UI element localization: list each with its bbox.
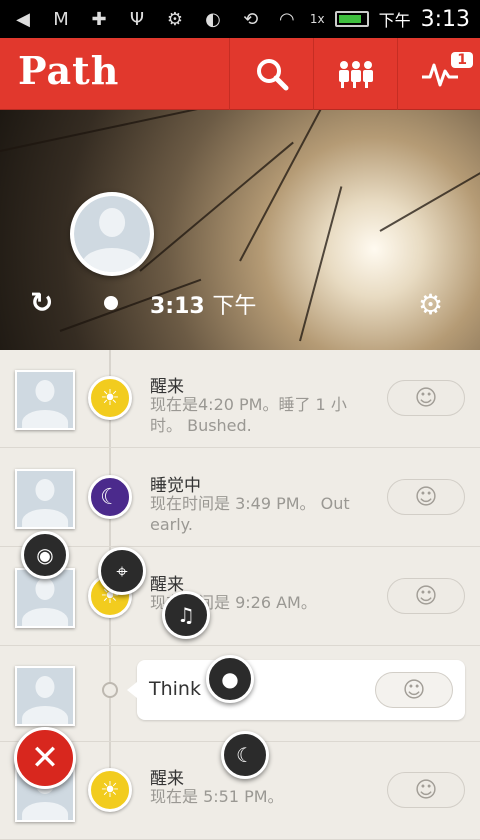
back-notification-icon: ◀: [10, 6, 36, 32]
smile-icon: ☺: [415, 485, 438, 510]
notification-badge: 1: [451, 52, 473, 68]
sun-icon: ☀: [88, 768, 132, 812]
people-icon: [336, 59, 376, 89]
notification-icons: ◀ M ✚ Ψ ⚙ ◐: [10, 6, 226, 32]
header-time: 3:13 下午: [150, 288, 256, 320]
activity-button[interactable]: 1: [397, 38, 480, 110]
moment-description: 现在时间是 3:49 PM。 Out early.: [150, 493, 365, 535]
timeline-start-dot: [104, 296, 118, 310]
android-icon: ⚙: [162, 6, 188, 32]
location-pin-icon: ⌖: [116, 559, 127, 583]
avatar[interactable]: [15, 370, 75, 430]
smile-icon: ☺: [415, 584, 438, 609]
header-time-value: 3:13: [150, 294, 205, 319]
sleep-button[interactable]: ☾: [221, 731, 269, 779]
profile-avatar[interactable]: [70, 192, 154, 276]
branch-decoration: [299, 186, 342, 341]
smile-icon: ☺: [415, 386, 438, 411]
gear-icon[interactable]: ⚙: [418, 288, 443, 321]
status-period: 下午: [379, 7, 411, 31]
system-icons: ⟲ ◠ 1x 下午 3:13: [238, 6, 470, 32]
music-button[interactable]: ♫: [162, 591, 210, 639]
thought-button[interactable]: ●: [206, 655, 254, 703]
smile-button[interactable]: ☺: [387, 578, 465, 614]
signal-text: 1x: [310, 12, 325, 26]
rotate-icon: ⟲: [238, 6, 264, 32]
status-bar: ◀ M ✚ Ψ ⚙ ◐ ⟲ ◠ 1x 下午 3:13: [0, 0, 480, 38]
moment-item[interactable]: ☀ 醒来 现在是4:20 PM。睡了 1 小时。 Bushed. ☺: [0, 350, 480, 448]
branch-decoration: [380, 170, 480, 232]
avatar[interactable]: [15, 666, 75, 726]
music-note-icon: ♫: [177, 603, 195, 627]
branch-decoration: [239, 110, 325, 261]
smile-button[interactable]: ☺: [387, 380, 465, 416]
smile-icon: ☺: [403, 678, 426, 703]
battery-icon: [335, 11, 369, 27]
search-icon: [255, 57, 289, 91]
search-button[interactable]: [229, 38, 313, 110]
header-time-period: 下午: [212, 294, 256, 319]
maps-notification-icon: M: [48, 6, 74, 32]
smile-button[interactable]: ☺: [387, 479, 465, 515]
status-time: 3:13: [421, 7, 470, 32]
avatar[interactable]: [15, 469, 75, 529]
usb-icon: Ψ: [124, 6, 150, 32]
moment-item[interactable]: ☀ 醒来 现在时间是 9:26 AM。 ☺: [0, 548, 480, 646]
app-logo: Path: [18, 48, 119, 93]
thought-text: Think: [149, 678, 201, 700]
camera-button[interactable]: ◉: [21, 531, 69, 579]
moon-icon: ☾: [236, 743, 254, 767]
cover-photo: ↻ 3:13 下午 ⚙: [0, 110, 480, 350]
app-bar: Path 1: [0, 38, 480, 110]
smile-button[interactable]: ☺: [387, 772, 465, 808]
sun-icon: ☀: [88, 376, 132, 420]
refresh-icon[interactable]: ↻: [30, 286, 64, 320]
smile-button[interactable]: ☺: [375, 672, 453, 708]
thought-dot: [102, 682, 118, 698]
place-button[interactable]: ⌖: [98, 547, 146, 595]
close-menu-button[interactable]: ✕: [14, 727, 76, 789]
thought-bubble[interactable]: Think ☺: [137, 660, 465, 720]
people-button[interactable]: [313, 38, 397, 110]
smile-icon: ☺: [415, 778, 438, 803]
moon-icon: ☾: [88, 475, 132, 519]
close-icon: ✕: [31, 738, 60, 778]
branch-decoration: [139, 142, 293, 272]
app-notification-icon: ✚: [86, 6, 112, 32]
moment-item[interactable]: ☾ 睡觉中 现在时间是 3:49 PM。 Out early. ☺: [0, 449, 480, 547]
speech-bubble-icon: ●: [221, 667, 238, 691]
wifi-icon: ◠: [274, 6, 300, 32]
branch-decoration: [0, 110, 255, 152]
moment-description: 现在是 5:51 PM。: [150, 786, 365, 807]
moment-description: 现在是4:20 PM。睡了 1 小时。 Bushed.: [150, 394, 365, 436]
app-icon: ◐: [200, 6, 226, 32]
camera-icon: ◉: [36, 543, 53, 567]
